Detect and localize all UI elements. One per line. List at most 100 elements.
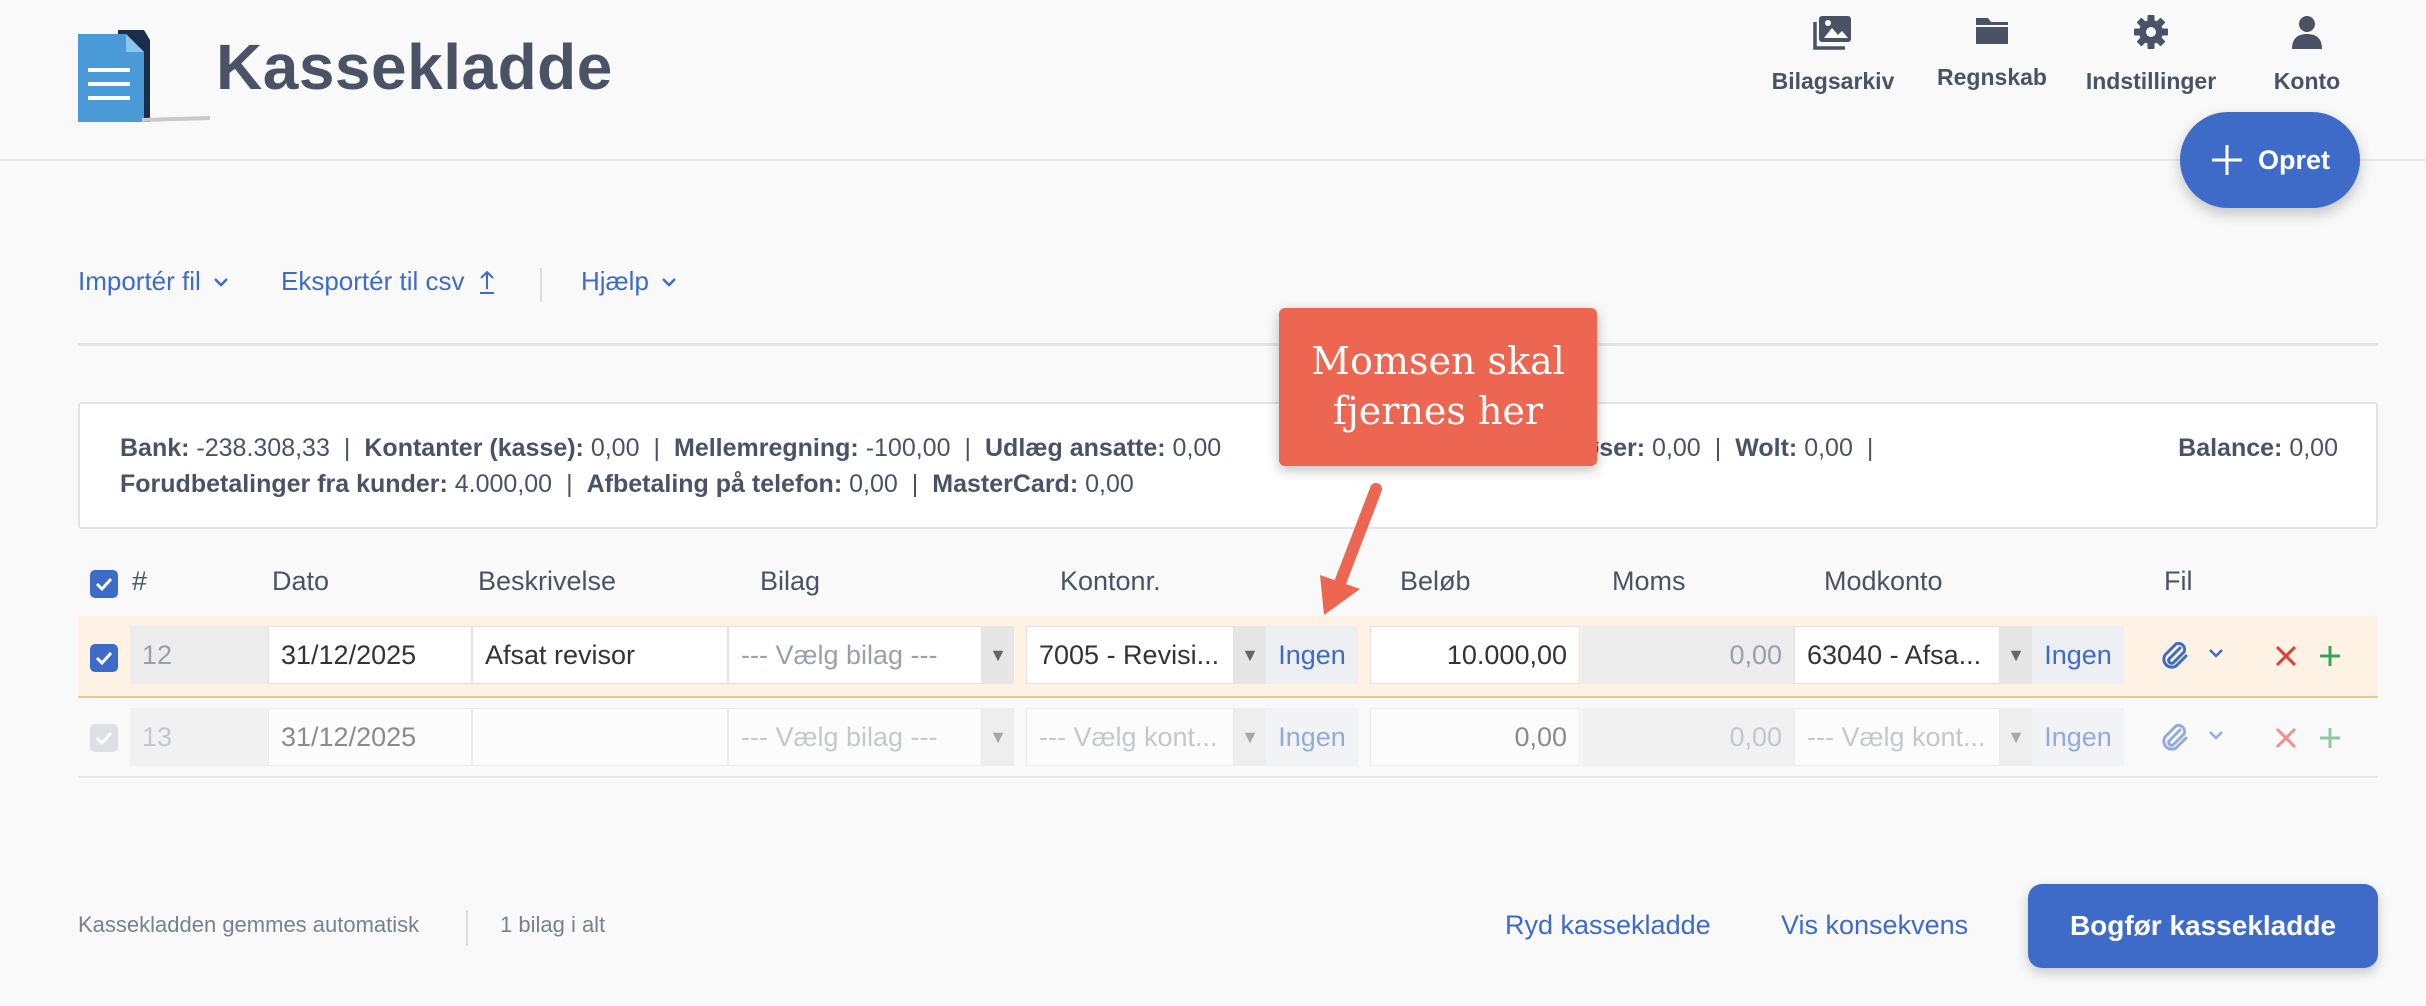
account-vat-button[interactable]: Ingen [1266, 708, 1358, 766]
check-icon [95, 577, 113, 592]
paperclip-icon[interactable] [2160, 722, 2190, 752]
vat-amount: 0,00 [1582, 708, 1794, 766]
summary-value: 0,00 [1085, 470, 1134, 498]
summary-line-1-continued: løser: 0,00 | Wolt: 0,00 | [1577, 434, 1874, 462]
col-header-bilag: Bilag [760, 566, 821, 596]
contra-account-dropdown-caret[interactable]: ▼ [2000, 708, 2032, 766]
app-header: Kassekladde Bilagsarkiv Regnskab Indstil… [0, 0, 2426, 161]
nav-regnskab[interactable]: Regnskab [1912, 14, 2072, 91]
document-logo-icon [78, 30, 210, 122]
export-label: Eksportér til csv [281, 266, 465, 296]
upload-arrow-icon [479, 270, 494, 294]
summary-label: Udlæg ansatte: [985, 434, 1166, 462]
summary-label: Mellemregning: [674, 434, 859, 462]
table-row: 13 31/12/2025 --- Vælg bilag --- ▼ --- V… [78, 698, 2378, 778]
date-input[interactable]: 31/12/2025 [268, 626, 472, 684]
plus-icon [2211, 145, 2242, 175]
summary-label: Forudbetalinger fra kunder: [120, 470, 448, 498]
chevron-down-icon[interactable] [2208, 648, 2224, 660]
summary-value: 0,00 [1172, 434, 1222, 462]
account-dropdown-caret[interactable]: ▼ [1234, 626, 1266, 684]
clear-journal-link[interactable]: Ryd kassekladde [1505, 910, 1711, 941]
contra-account-dropdown-caret[interactable]: ▼ [2000, 626, 2032, 684]
summary-label: Kontanter (kasse): [364, 434, 584, 462]
callout-line-2: fjernes her [1332, 389, 1544, 433]
account-vat-button[interactable]: Ingen [1266, 626, 1358, 684]
row-checkbox[interactable] [90, 644, 118, 672]
toolbar-divider-line [78, 343, 2378, 346]
row-checkbox[interactable] [90, 724, 118, 752]
description-input[interactable]: Afsat revisor [472, 626, 728, 684]
amount-input[interactable]: 10.000,00 [1370, 626, 1580, 684]
export-csv-button[interactable]: Eksportér til csv [281, 266, 497, 297]
opret-label: Opret [2257, 144, 2330, 175]
summary-line-2: Forudbetalinger fra kunder: 4.000,00 | Afb… [120, 470, 1134, 498]
summary-label: MasterCard: [932, 470, 1079, 498]
import-file-button[interactable]: Importér fil [78, 266, 229, 297]
bilag-select[interactable]: --- Vælg bilag --- [728, 626, 982, 684]
add-row-icon[interactable] [2318, 726, 2342, 750]
annotation-callout: Momsen skal fjernes her [1279, 308, 1597, 466]
col-header-modkonto: Modkonto [1824, 566, 1943, 596]
page-title: Kassekladde [216, 31, 613, 103]
vat-amount: 0,00 [1582, 626, 1794, 684]
contra-vat-button[interactable]: Ingen [2032, 708, 2124, 766]
opret-button[interactable]: Opret [2180, 112, 2360, 208]
add-row-icon[interactable] [2318, 644, 2342, 668]
bilag-dropdown-caret[interactable]: ▼ [982, 708, 1014, 766]
balance-value: 0,00 [2289, 434, 2338, 462]
toolbar-divider [540, 268, 542, 302]
col-header-moms: Moms [1612, 566, 1686, 596]
bilag-select[interactable]: --- Vælg bilag --- [728, 708, 982, 766]
summary-label: Afbetaling på telefon: [586, 470, 843, 498]
amount-input[interactable]: 0,00 [1370, 708, 1580, 766]
col-header-beskrivelse: Beskrivelse [478, 566, 617, 596]
date-input[interactable]: 31/12/2025 [268, 708, 472, 766]
account-select[interactable]: --- Vælg kont... [1026, 708, 1234, 766]
post-journal-button[interactable]: Bogfør kassekladde [2028, 884, 2378, 968]
nav-label: Regnskab [1937, 64, 2047, 90]
nav-label: Bilagsarkiv [1771, 68, 1895, 94]
summary-value: 0,00 [1652, 434, 1701, 462]
bilag-dropdown-caret[interactable]: ▼ [982, 626, 1014, 684]
row-number: 12 [130, 626, 268, 684]
check-icon [95, 731, 113, 746]
row-number: 13 [130, 708, 268, 766]
paperclip-icon[interactable] [2160, 640, 2190, 670]
summary-label: Wolt: [1735, 434, 1798, 462]
col-header-kontonr: Kontonr. [1060, 566, 1161, 596]
description-input[interactable] [472, 708, 728, 766]
contra-account-select[interactable]: 63040 - Afsa... [1794, 626, 2000, 684]
delete-row-icon[interactable] [2274, 644, 2298, 668]
help-button[interactable]: Hjælp [581, 266, 677, 297]
chevron-down-icon[interactable] [2208, 730, 2224, 742]
chevron-down-icon [213, 277, 228, 287]
nav-konto[interactable]: Konto [2227, 14, 2387, 95]
col-header-num: # [132, 566, 148, 596]
contra-account-select[interactable]: --- Vælg kont... [1794, 708, 2000, 766]
summary-value: 0,00 [590, 434, 640, 462]
col-header-fil: Fil [2164, 566, 2193, 596]
nav-label: Indstillinger [2085, 68, 2217, 94]
summary-value: -100,00 [865, 434, 951, 462]
callout-line-1: Momsen skal [1311, 339, 1565, 383]
chevron-down-icon [662, 277, 676, 287]
summary-value: 0,00 [1804, 434, 1853, 462]
account-dropdown-caret[interactable]: ▼ [1234, 708, 1266, 766]
select-all-checkbox[interactable] [90, 570, 118, 598]
nav-indstillinger[interactable]: Indstillinger [2071, 14, 2231, 95]
folder-icon [1976, 18, 2008, 44]
show-consequence-link[interactable]: Vis konsekvens [1781, 910, 1968, 941]
bilag-count: 1 bilag i alt [500, 912, 606, 937]
account-summary: Bank: -238.308,33 | Kontanter (kasse): 0,0… [78, 402, 2378, 529]
account-select[interactable]: 7005 - Revisi... [1026, 626, 1234, 684]
col-header-belob: Beløb [1400, 566, 1471, 596]
summary-line-1: Bank: -238.308,33 | Kontanter (kasse): 0,0… [120, 434, 1222, 462]
nav-label: Konto [2273, 68, 2341, 94]
summary-value: 4.000,00 [454, 470, 553, 498]
nav-bilagsarkiv[interactable]: Bilagsarkiv [1753, 14, 1913, 95]
delete-row-icon[interactable] [2274, 726, 2298, 750]
contra-vat-button[interactable]: Ingen [2032, 626, 2124, 684]
callout-arrow-icon [1320, 483, 1382, 615]
summary-label: Bank: [120, 434, 190, 462]
